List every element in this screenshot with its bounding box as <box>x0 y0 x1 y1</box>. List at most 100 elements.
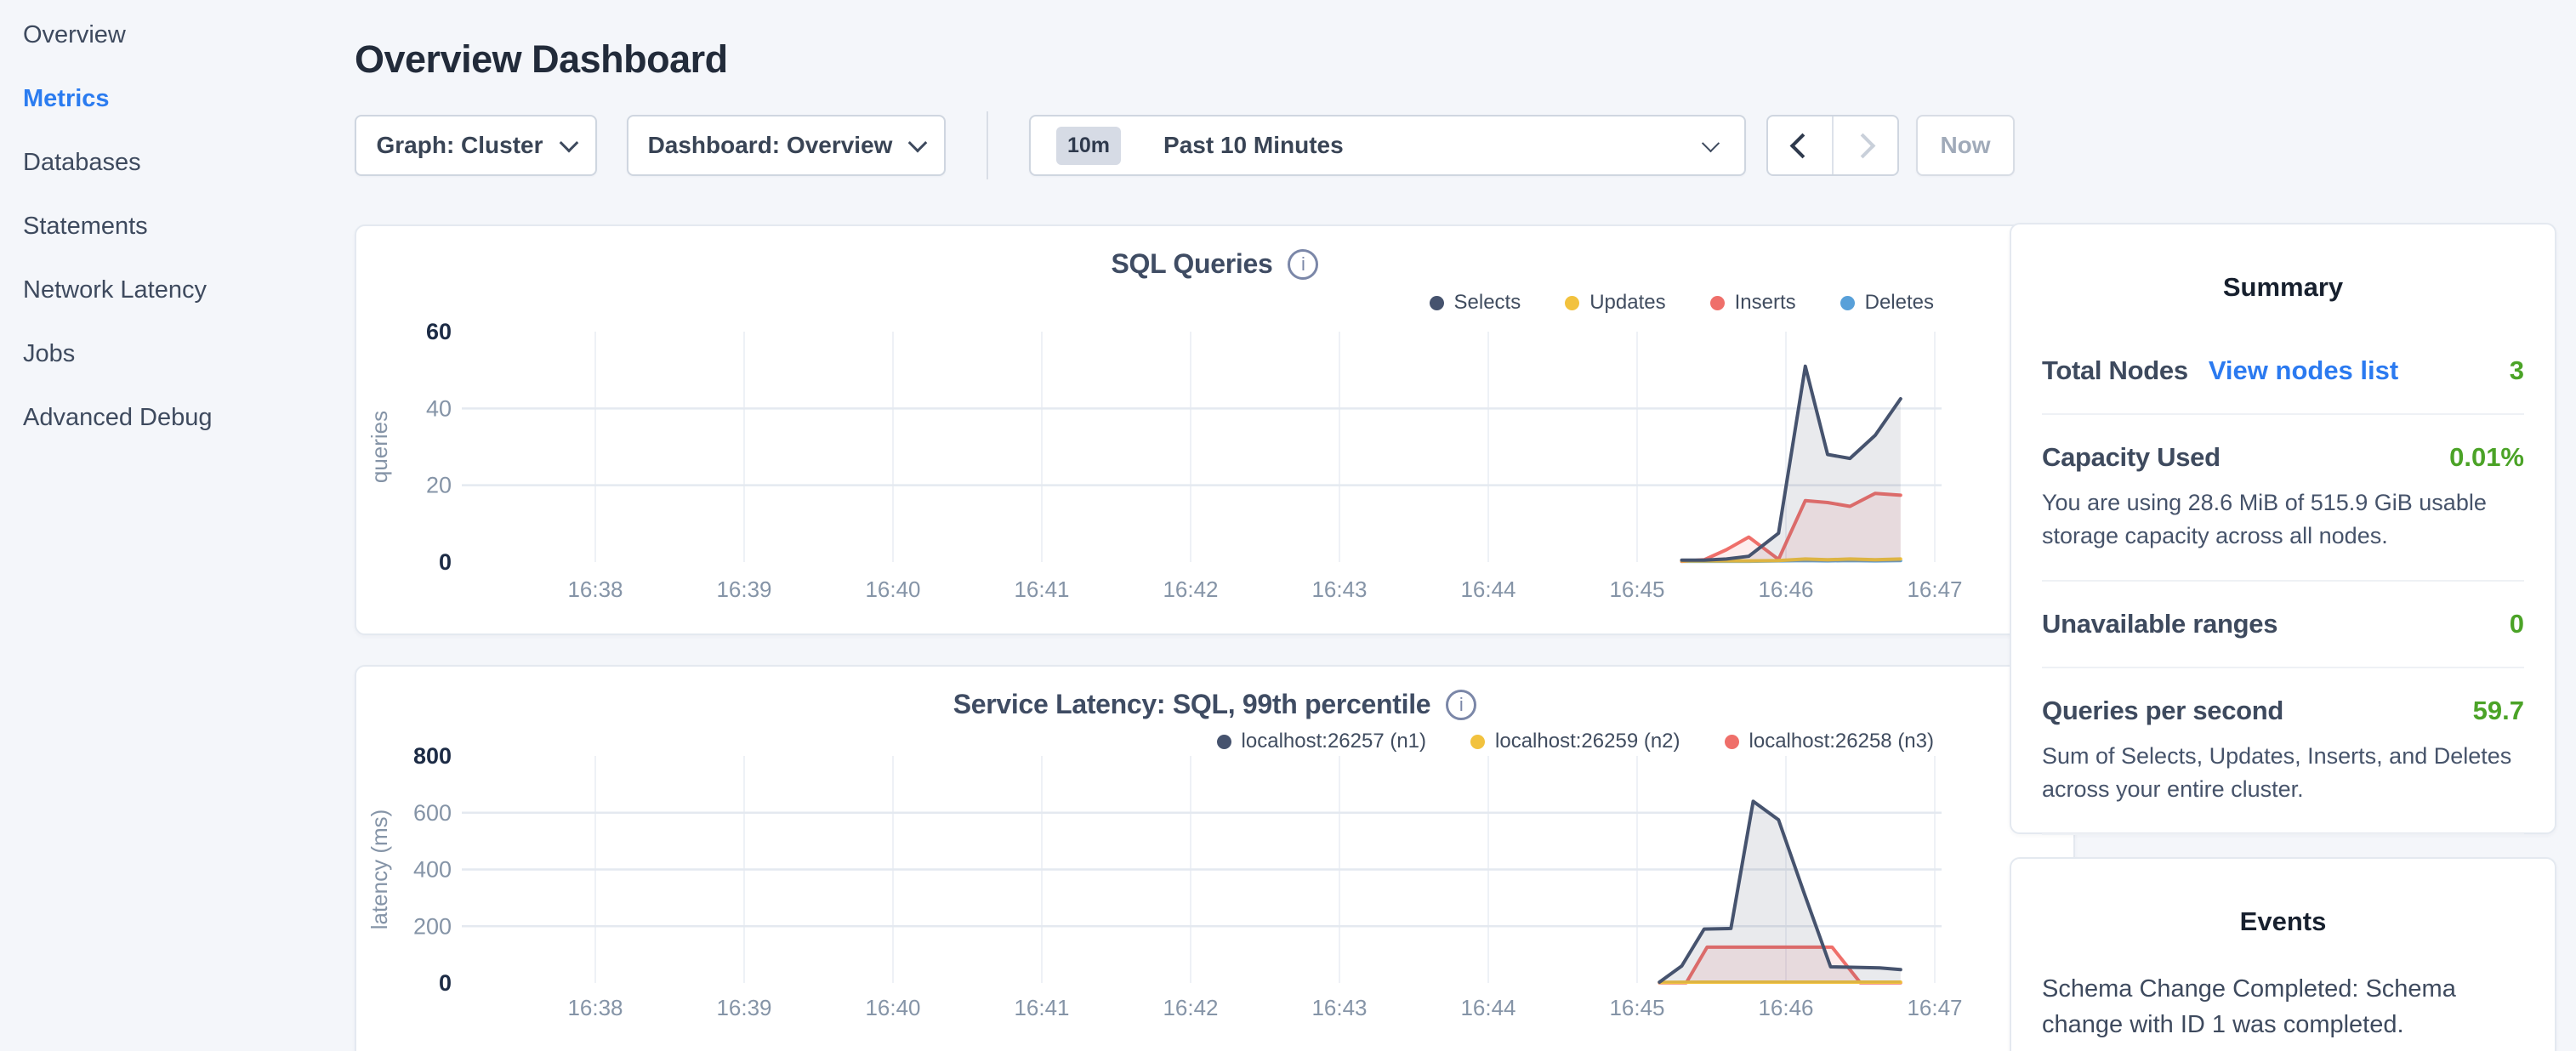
svg-text:600: 600 <box>413 800 452 826</box>
sidebar: Overview Metrics Databases Statements Networ… <box>0 0 340 1051</box>
chevron-down-icon <box>908 134 928 153</box>
chevron-down-icon <box>1702 134 1720 152</box>
chevron-left-icon <box>1790 133 1816 158</box>
legend-dot-icon <box>1430 296 1444 310</box>
legend-dot-icon <box>1840 296 1855 310</box>
legend-item[interactable]: Inserts <box>1710 291 1796 315</box>
svg-text:200: 200 <box>413 913 452 939</box>
sidebar-item-databases[interactable]: Databases <box>23 146 340 179</box>
summary-row-description: Sum of Selects, Updates, Inserts, and De… <box>2042 740 2524 806</box>
chart-title: SQL Queries <box>1112 248 1273 280</box>
info-icon[interactable]: i <box>1288 249 1318 280</box>
events-panel: Events Schema Change Completed: Schema c… <box>2010 857 2556 1051</box>
svg-text:16:40: 16:40 <box>865 995 920 1020</box>
svg-text:400: 400 <box>413 857 452 883</box>
svg-text:16:38: 16:38 <box>567 577 623 602</box>
time-range-label: Past 10 Minutes <box>1163 132 1344 159</box>
svg-text:16:45: 16:45 <box>1609 995 1664 1020</box>
svg-text:16:43: 16:43 <box>1311 577 1367 602</box>
sql-queries-chart: 16:3816:3916:4016:4116:4216:4316:4416:45… <box>356 316 2077 616</box>
summary-row-label: Queries per second <box>2042 696 2283 726</box>
summary-row: Capacity Used 0.01% You are using 28.6 MiB… <box>2042 413 2524 580</box>
sql-queries-chart-card: SQL Queries i Selects Updates Inserts Delet… <box>355 224 2075 635</box>
svg-text:800: 800 <box>413 743 452 769</box>
legend-label: Selects <box>1454 291 1521 315</box>
legend-dot-icon <box>1565 296 1579 310</box>
svg-text:16:41: 16:41 <box>1014 577 1069 602</box>
svg-text:16:38: 16:38 <box>567 995 623 1020</box>
legend-item[interactable]: Deletes <box>1840 291 1934 315</box>
svg-text:0: 0 <box>439 970 452 996</box>
legend-label: Deletes <box>1865 291 1934 315</box>
svg-text:20: 20 <box>426 473 452 498</box>
app-screen: Overview Metrics Databases Statements Networ… <box>0 0 2576 1051</box>
summary-row-value: 0 <box>2510 609 2524 639</box>
summary-row-value: 59.7 <box>2473 696 2524 726</box>
svg-text:60: 60 <box>426 319 452 344</box>
now-button-label: Now <box>1940 132 1990 159</box>
legend-label: Updates <box>1589 291 1665 315</box>
svg-text:16:44: 16:44 <box>1460 995 1515 1020</box>
svg-text:16:39: 16:39 <box>716 577 771 602</box>
summary-row: Total Nodes View nodes list 3 <box>2042 328 2524 413</box>
svg-text:latency (ms): latency (ms) <box>367 810 392 930</box>
svg-text:16:40: 16:40 <box>865 577 920 602</box>
sidebar-item-network-latency[interactable]: Network Latency <box>23 274 340 306</box>
svg-text:16:45: 16:45 <box>1609 577 1664 602</box>
view-nodes-list-link[interactable]: View nodes list <box>2209 355 2398 386</box>
time-step-buttons <box>1766 115 1899 176</box>
prev-time-button[interactable] <box>1768 116 1834 174</box>
sidebar-item-jobs[interactable]: Jobs <box>23 338 340 370</box>
event-item[interactable]: Schema Change Completed: Schema change w… <box>2042 971 2524 1051</box>
svg-text:16:46: 16:46 <box>1758 577 1813 602</box>
legend-label: Inserts <box>1735 291 1796 315</box>
events-title: Events <box>2011 906 2555 937</box>
page-title: Overview Dashboard <box>355 37 728 82</box>
graph-dropdown[interactable]: Graph: Cluster <box>355 115 597 176</box>
svg-text:40: 40 <box>426 395 452 421</box>
svg-text:16:47: 16:47 <box>1907 995 1962 1020</box>
next-time-button[interactable] <box>1834 116 1897 174</box>
svg-text:queries: queries <box>367 411 392 483</box>
time-range-badge: 10m <box>1056 127 1121 165</box>
chevron-right-icon <box>1851 133 1876 158</box>
chart-title: Service Latency: SQL, 99th percentile <box>953 689 1431 720</box>
now-button[interactable]: Now <box>1916 115 2015 176</box>
legend-item[interactable]: Updates <box>1565 291 1665 315</box>
graph-dropdown-label: Graph: Cluster <box>376 132 543 159</box>
chart-legend: Selects Updates Inserts Deletes <box>1430 291 1935 315</box>
sidebar-item-metrics[interactable]: Metrics <box>23 82 340 115</box>
summary-rows: Total Nodes View nodes list 3 Capacity Used… <box>2042 328 2524 920</box>
summary-title: Summary <box>2011 272 2555 303</box>
svg-text:16:47: 16:47 <box>1907 577 1962 602</box>
svg-text:0: 0 <box>439 549 452 575</box>
summary-row-description: You are using 28.6 MiB of 515.9 GiB usab… <box>2042 486 2524 553</box>
summary-row: Queries per second 59.7 Sum of Selects, Up… <box>2042 667 2524 833</box>
svg-text:16:42: 16:42 <box>1163 995 1218 1020</box>
time-range-dropdown[interactable]: 10m Past 10 Minutes <box>1029 115 1746 176</box>
sidebar-item-statements[interactable]: Statements <box>23 210 340 242</box>
summary-row-label: Total Nodes <box>2042 355 2188 386</box>
dashboard-dropdown[interactable]: Dashboard: Overview <box>627 115 946 176</box>
summary-row-value: 3 <box>2510 355 2524 386</box>
event-items: Schema Change Completed: Schema change w… <box>2042 971 2524 1051</box>
legend-dot-icon <box>1710 296 1725 310</box>
info-icon[interactable]: i <box>1446 690 1476 720</box>
event-message: Schema Change Completed: Schema change w… <box>2042 971 2524 1042</box>
chevron-down-icon <box>559 134 578 153</box>
summary-row-label: Capacity Used <box>2042 442 2221 473</box>
summary-row: Unavailable ranges 0 <box>2042 580 2524 667</box>
summary-row-value: 0.01% <box>2449 442 2524 473</box>
sidebar-item-advanced-debug[interactable]: Advanced Debug <box>23 401 340 434</box>
summary-row-label: Unavailable ranges <box>2042 609 2277 639</box>
sidebar-item-overview[interactable]: Overview <box>23 19 340 51</box>
service-latency-chart: 16:38 16:39 16:40 16:41 16:42 16:43 16:44 16:45… <box>356 741 2077 1041</box>
legend-item[interactable]: Selects <box>1430 291 1521 315</box>
summary-panel: Summary Total Nodes View nodes list 3 Capac… <box>2010 223 2556 834</box>
svg-text:16:43: 16:43 <box>1311 995 1367 1020</box>
svg-text:16:39: 16:39 <box>716 995 771 1020</box>
service-latency-chart-card: Service Latency: SQL, 99th percentile i … <box>355 665 2075 1051</box>
svg-text:16:41: 16:41 <box>1014 995 1069 1020</box>
dashboard-dropdown-label: Dashboard: Overview <box>648 132 893 159</box>
svg-text:16:44: 16:44 <box>1460 577 1515 602</box>
